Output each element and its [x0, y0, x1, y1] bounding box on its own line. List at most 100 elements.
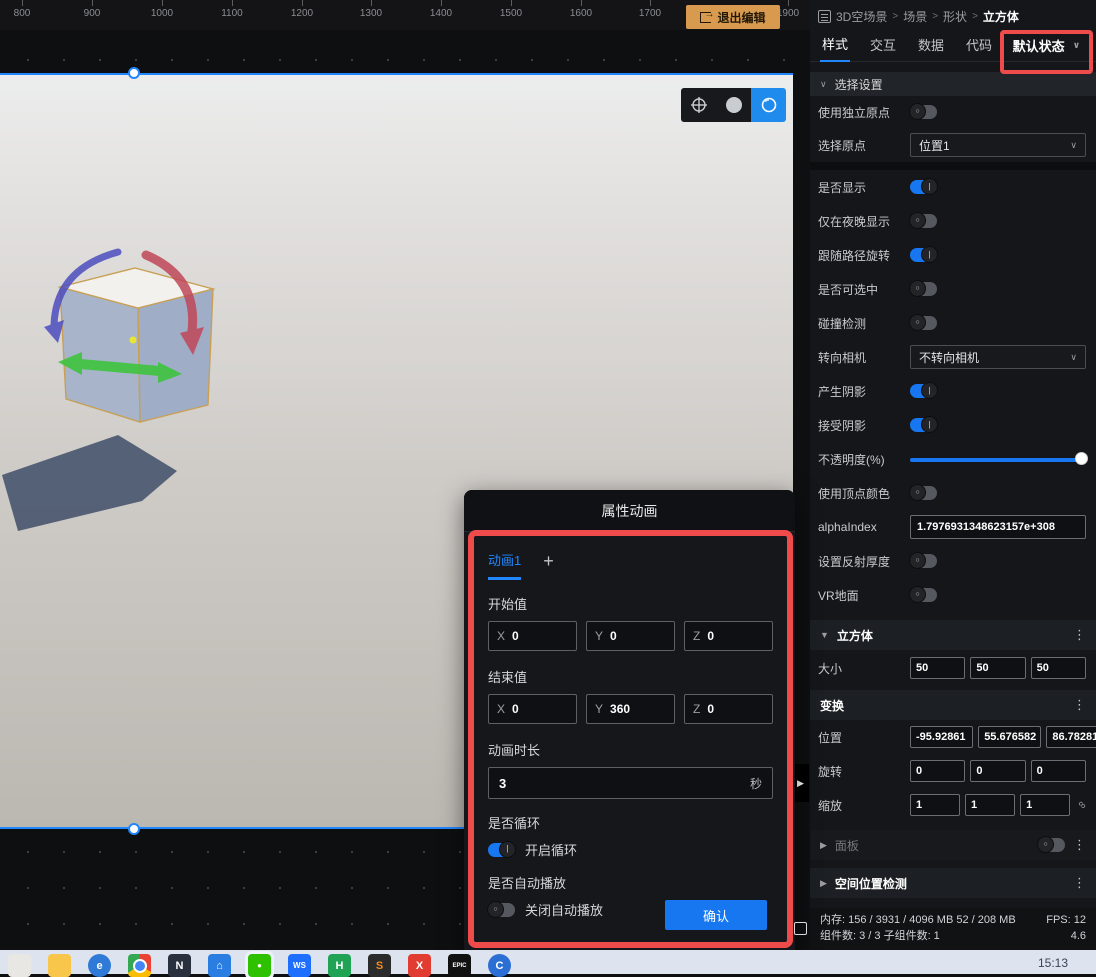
scale-z-input[interactable]: 1 [1020, 794, 1070, 816]
loop-state-label: 开启循环 [525, 840, 577, 859]
tab-interaction[interactable]: 交互 [868, 26, 898, 61]
start-z-input[interactable]: Z 0 [684, 621, 773, 651]
night-only-toggle[interactable] [910, 214, 937, 228]
taskbar-clock[interactable]: 15:13 [1038, 956, 1068, 970]
panel-section-toggle[interactable] [1038, 838, 1065, 852]
autoplay-toggle[interactable] [488, 903, 515, 917]
artboard-top-handle[interactable] [128, 67, 140, 79]
size-y-input[interactable]: 50 [970, 657, 1025, 679]
link-icon[interactable]: ∞ [1075, 798, 1089, 812]
row-label: 旋转 [818, 763, 910, 780]
confirm-button[interactable]: 确认 [665, 900, 767, 930]
breadcrumb-separator: > [932, 11, 938, 22]
ruler-label: 1600 [570, 8, 592, 19]
rotation-z-input[interactable]: 0 [1031, 760, 1086, 782]
add-animation-button[interactable]: + [543, 551, 554, 580]
property-animation-dialog: 属性动画 动画1 + 开始值 X 0 Y 0 Z 0 结束值 X 0 [464, 490, 795, 950]
duration-unit: 秒 [750, 775, 762, 792]
reflect-depth-toggle[interactable] [910, 554, 937, 568]
scale-x-input[interactable]: 1 [910, 794, 960, 816]
reflect-depth-row: 设置反射厚度 [810, 544, 1096, 578]
rotate-mode-button[interactable] [751, 88, 786, 122]
opacity-slider[interactable] [910, 452, 1086, 466]
position-z-input[interactable]: 86.782814 [1046, 726, 1096, 748]
ruler-tick [232, 0, 233, 6]
rotation-x-input[interactable]: 0 [910, 760, 965, 782]
row-label: 选择原点 [818, 137, 910, 154]
selectable-toggle[interactable] [910, 282, 937, 296]
viewport-toolbar [681, 88, 786, 122]
ruler-tick [441, 0, 442, 6]
collision-toggle[interactable] [910, 316, 937, 330]
start-y-input[interactable]: Y 0 [586, 621, 675, 651]
panel-tab-bar: 样式 交互 数据 代码 默认状态 ∨ [810, 26, 1096, 62]
gizmo-origin-button[interactable] [681, 88, 716, 122]
vertex-color-toggle[interactable] [910, 486, 937, 500]
transform-section-header[interactable]: 变换 ⋮ [810, 690, 1096, 720]
exit-edit-button[interactable]: 退出编辑 [686, 5, 780, 29]
position-x-input[interactable]: -95.92861 [910, 726, 973, 748]
select-settings-header[interactable]: ∨ 选择设置 [810, 72, 1096, 96]
selectable-row: 是否可选中 [810, 272, 1096, 306]
dropdown-value: 位置1 [919, 137, 1070, 154]
start-value-label: 开始值 [488, 594, 773, 613]
independent-origin-toggle[interactable] [910, 105, 937, 119]
position-y-input[interactable]: 55.676582 [978, 726, 1041, 748]
rotation-y-input[interactable]: 0 [970, 760, 1025, 782]
cube-section-header[interactable]: ▼ 立方体 ⋮ [810, 620, 1096, 650]
end-y-input[interactable]: Y 360 [586, 694, 675, 724]
slider-handle[interactable] [1075, 452, 1088, 465]
ruler-tick [162, 0, 163, 6]
ruler-label: 1200 [291, 8, 313, 19]
field-value: 0 [610, 629, 617, 643]
cast-shadow-toggle[interactable] [910, 384, 937, 398]
solid-sphere-icon [726, 97, 742, 113]
kebab-menu-icon[interactable]: ⋮ [1073, 627, 1086, 643]
kebab-menu-icon[interactable]: ⋮ [1073, 875, 1086, 891]
solid-sphere-button[interactable] [716, 88, 751, 122]
tab-code[interactable]: 代码 [964, 26, 994, 61]
breadcrumb-item[interactable]: 场景 [903, 8, 927, 25]
scale-row: 缩放 1 1 1 ∞ [810, 788, 1096, 822]
tab-data[interactable]: 数据 [916, 26, 946, 61]
axis-label: X [497, 702, 505, 716]
receive-shadow-toggle[interactable] [910, 418, 937, 432]
loop-toggle[interactable] [488, 843, 515, 857]
axis-label: Z [693, 629, 700, 643]
breadcrumb-item[interactable]: 3D空场景 [836, 8, 887, 25]
tab-animation1[interactable]: 动画1 [488, 550, 521, 580]
breadcrumb-item[interactable]: 形状 [943, 8, 967, 25]
ruler-label: 900 [84, 8, 101, 19]
duration-value: 3 [499, 776, 750, 791]
kebab-menu-icon[interactable]: ⋮ [1073, 837, 1086, 853]
end-z-input[interactable]: Z 0 [684, 694, 773, 724]
autoplay-state-label: 关闭自动播放 [525, 900, 603, 919]
state-dropdown-label: 默认状态 [1013, 36, 1065, 55]
end-value-label: 结束值 [488, 667, 773, 686]
row-label: 仅在夜晚显示 [818, 213, 910, 230]
vr-ground-toggle[interactable] [910, 588, 937, 602]
scale-y-input[interactable]: 1 [965, 794, 1015, 816]
size-z-input[interactable]: 50 [1031, 657, 1086, 679]
duration-input[interactable]: 3 秒 [488, 767, 773, 799]
loop-row: 开启循环 [488, 840, 773, 859]
end-x-input[interactable]: X 0 [488, 694, 577, 724]
artboard-bottom-handle[interactable] [128, 823, 140, 835]
panel-section-header[interactable]: ▶ 面板 ⋮ [810, 830, 1096, 860]
origin-select-dropdown[interactable]: 位置1 ∨ [910, 133, 1086, 157]
state-dropdown[interactable]: 默认状态 ∨ [1011, 32, 1082, 59]
kebab-menu-icon[interactable]: ⋮ [1073, 697, 1086, 713]
visibility-toggle[interactable] [910, 180, 937, 194]
space-detect-section-header[interactable]: ▶ 空间位置检测 ⋮ [810, 868, 1096, 898]
alpha-index-input[interactable]: 1.7976931348623157e+308 [910, 515, 1086, 539]
ruler-label: 1500 [500, 8, 522, 19]
component-count-status: 组件数: 3 / 3 子组件数: 1 [820, 928, 940, 944]
follow-path-toggle[interactable] [910, 248, 937, 262]
start-x-input[interactable]: X 0 [488, 621, 577, 651]
size-x-input[interactable]: 50 [910, 657, 965, 679]
tab-style[interactable]: 样式 [820, 25, 850, 62]
camera-facing-dropdown[interactable]: 不转向相机 ∨ [910, 345, 1086, 369]
row-label: 产生阴影 [818, 383, 910, 400]
vr-ground-row: VR地面 [810, 578, 1096, 612]
receive-shadow-row: 接受阴影 [810, 408, 1096, 442]
